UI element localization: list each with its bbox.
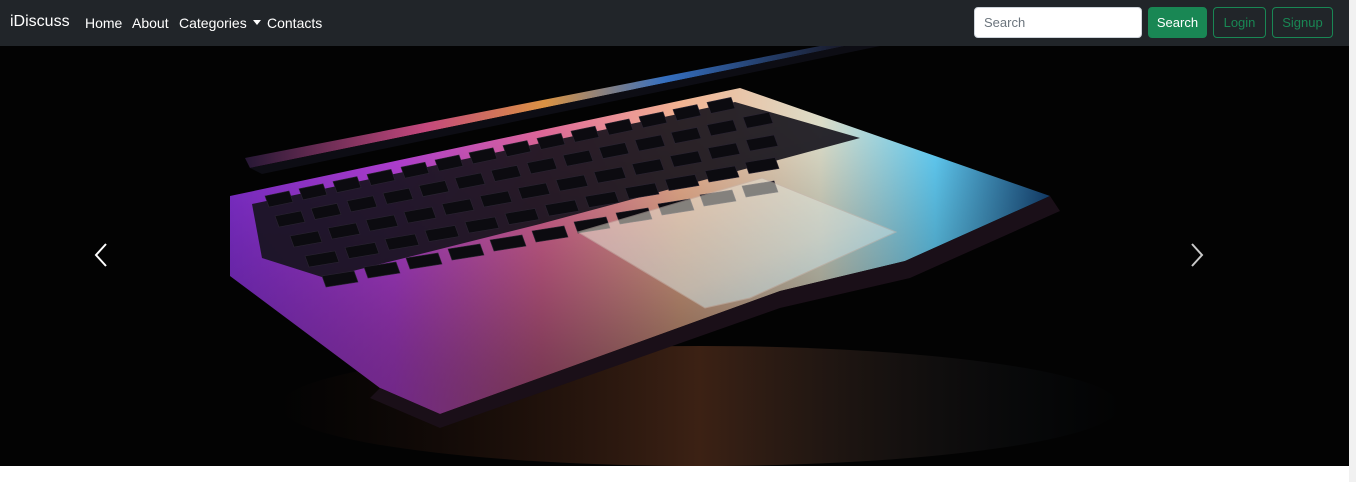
laptop-keyboard-photo: [0, 46, 1349, 466]
login-button[interactable]: Login: [1213, 7, 1266, 38]
hero-carousel: [0, 46, 1349, 466]
carousel-next-button[interactable]: [1149, 46, 1349, 466]
nav-link-categories-label: Categories: [179, 15, 247, 31]
signup-button[interactable]: Signup: [1272, 7, 1333, 38]
nav-dropdown-categories[interactable]: Categories: [179, 13, 261, 33]
nav-link-home[interactable]: Home: [85, 13, 122, 33]
caret-down-icon: [252, 20, 261, 25]
navbar: iDiscuss Home About Categories Contacts …: [0, 0, 1349, 46]
brand-logo[interactable]: iDiscuss: [10, 11, 70, 33]
carousel-prev-button[interactable]: [0, 46, 200, 466]
page-scrollbar[interactable]: [1349, 0, 1356, 482]
chevron-right-icon: [1191, 243, 1204, 267]
nav-link-contacts[interactable]: Contacts: [267, 13, 322, 33]
chevron-left-icon: [94, 243, 107, 267]
search-input[interactable]: [974, 7, 1142, 38]
search-button[interactable]: Search: [1148, 7, 1207, 38]
nav-link-about[interactable]: About: [132, 13, 169, 33]
